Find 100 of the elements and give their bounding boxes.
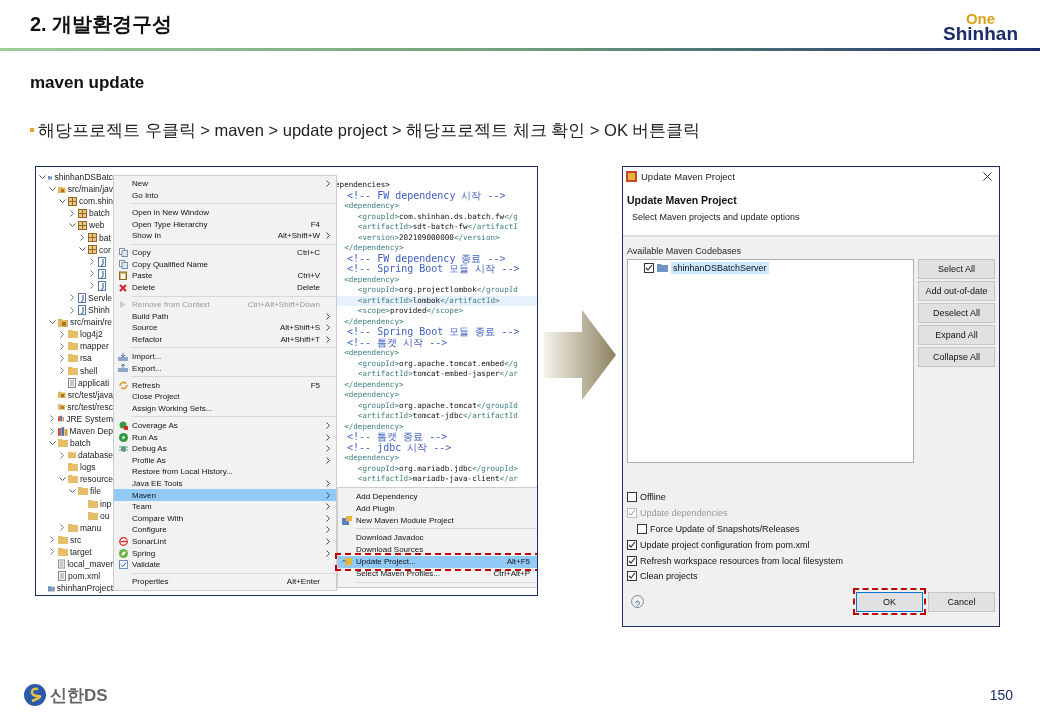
tree-item-label[interactable]: Maven Dep bbox=[69, 426, 113, 436]
chevron-right-icon[interactable] bbox=[49, 548, 55, 556]
chevron-right-icon[interactable] bbox=[89, 282, 95, 290]
chevron-right-icon[interactable] bbox=[49, 415, 55, 423]
menu-item[interactable]: Profile As bbox=[114, 454, 336, 467]
tree-item-label[interactable]: logs bbox=[80, 462, 96, 473]
option-label[interactable]: Refresh workspace resources from local filesystem bbox=[640, 555, 844, 566]
chevron-right-icon[interactable] bbox=[59, 367, 65, 375]
option-label[interactable]: Offline bbox=[640, 492, 666, 503]
chevron-down-icon[interactable] bbox=[58, 476, 66, 482]
menu-item[interactable]: Assign Working Sets... bbox=[114, 402, 336, 415]
tree-item-label[interactable]: shinhanDSBatc bbox=[54, 172, 113, 183]
codebase-item[interactable]: shinhanDSBatchServer bbox=[671, 261, 769, 274]
menu-item[interactable]: Import... bbox=[114, 350, 336, 363]
chevron-down-icon[interactable] bbox=[68, 222, 76, 228]
menu-item[interactable]: Properties Alt+Enter bbox=[114, 575, 336, 588]
checkbox[interactable] bbox=[627, 555, 637, 566]
menu-item[interactable]: Delete Delete bbox=[114, 281, 336, 294]
chevron-right-icon[interactable] bbox=[69, 294, 75, 302]
dialog-button[interactable]: OK bbox=[856, 591, 923, 612]
tree-item-label[interactable]: mapper bbox=[80, 341, 109, 352]
tree-item-label[interactable]: src/test/resc bbox=[67, 401, 113, 412]
side-button[interactable]: Collapse All bbox=[918, 346, 995, 367]
tree-item-label[interactable]: shinhanProject bbox=[56, 583, 113, 594]
menu-item[interactable]: Add Dependency bbox=[338, 490, 537, 502]
tree-item-label[interactable]: inp bbox=[100, 498, 112, 509]
chevron-right-icon[interactable] bbox=[89, 270, 95, 278]
menu-item[interactable]: Compare With bbox=[114, 512, 336, 525]
chevron-right-icon[interactable] bbox=[59, 342, 65, 350]
menu-item[interactable]: Export... bbox=[114, 362, 336, 374]
menu-item[interactable]: Debug As bbox=[114, 442, 336, 455]
menu-item[interactable]: Maven bbox=[114, 489, 336, 501]
menu-item[interactable]: Spring bbox=[114, 547, 336, 559]
dialog-button[interactable]: Cancel bbox=[928, 591, 995, 612]
menu-item[interactable]: Refactor Alt+Shift+T bbox=[114, 333, 336, 346]
tree-item-label[interactable]: batch bbox=[70, 438, 91, 449]
chevron-right-icon[interactable] bbox=[89, 258, 95, 266]
side-button[interactable]: Add out-of-date bbox=[918, 280, 995, 301]
chevron-down-icon[interactable] bbox=[48, 440, 56, 446]
menu-item[interactable]: New bbox=[114, 178, 336, 190]
menu-item[interactable]: Validate bbox=[114, 558, 336, 571]
tree-item-label[interactable]: applicati bbox=[78, 377, 110, 388]
menu-item[interactable]: Copy Ctrl+C bbox=[114, 246, 336, 259]
chevron-right-icon[interactable] bbox=[69, 209, 75, 217]
chevron-right-icon[interactable] bbox=[59, 354, 65, 362]
menu-item[interactable]: Go Into bbox=[114, 189, 336, 202]
tree-item-label[interactable]: rsa bbox=[80, 353, 92, 364]
tree-item-label[interactable]: bat bbox=[99, 232, 111, 243]
chevron-right-icon[interactable] bbox=[59, 451, 65, 459]
chevron-right-icon[interactable] bbox=[59, 330, 65, 338]
menu-item[interactable]: Restore from Local History... bbox=[114, 466, 336, 478]
side-button[interactable]: Select All bbox=[918, 258, 995, 279]
menu-item[interactable]: Add Plugin bbox=[338, 502, 537, 514]
checkbox[interactable] bbox=[627, 539, 637, 550]
chevron-right-icon[interactable] bbox=[59, 524, 65, 532]
tree-item-label[interactable]: pom.xml bbox=[68, 571, 101, 582]
menu-item[interactable]: Copy Qualified Name bbox=[114, 258, 336, 271]
menu-item[interactable]: Close Project bbox=[114, 391, 336, 403]
chevron-down-icon[interactable] bbox=[48, 186, 56, 192]
chevron-down-icon[interactable] bbox=[38, 174, 46, 180]
menu-item[interactable]: Update Project... Alt+F5 bbox=[338, 555, 537, 568]
menu-item[interactable]: New Maven Module Project bbox=[338, 514, 537, 526]
tree-item-label[interactable]: src/test/java bbox=[67, 389, 113, 400]
menu-item[interactable]: Configure bbox=[114, 524, 336, 536]
menu-item[interactable]: Team bbox=[114, 500, 336, 513]
tree-item-label[interactable]: src/main/jav bbox=[67, 184, 113, 195]
tree-item-label[interactable]: ou bbox=[100, 510, 110, 521]
tree-item-label[interactable]: web bbox=[89, 220, 105, 231]
chevron-down-icon[interactable] bbox=[48, 319, 56, 325]
checkbox[interactable] bbox=[644, 262, 654, 273]
tree-item-label[interactable]: JRE System bbox=[66, 413, 113, 424]
menu-item[interactable]: Download Javadoc bbox=[338, 531, 537, 544]
chevron-down-icon[interactable] bbox=[68, 489, 76, 494]
tree-item-label[interactable]: database bbox=[78, 450, 113, 461]
tree-item-label[interactable]: batch bbox=[89, 208, 110, 219]
option-label[interactable]: Clean projects bbox=[640, 571, 698, 582]
tree-item-label[interactable]: cor bbox=[99, 244, 111, 255]
tree-item-label[interactable]: Shinh bbox=[88, 305, 110, 316]
tree-item-label[interactable]: com.shin bbox=[79, 196, 113, 207]
menu-item[interactable]: Java EE Tools bbox=[114, 477, 336, 490]
tree-item-label[interactable]: target bbox=[70, 546, 92, 557]
tree-item-label[interactable]: file bbox=[90, 486, 101, 497]
menu-item[interactable]: Open in New Window bbox=[114, 206, 336, 219]
chevron-right-icon[interactable] bbox=[49, 427, 55, 435]
chevron-right-icon[interactable] bbox=[79, 234, 85, 241]
checkbox[interactable] bbox=[627, 571, 637, 582]
tree-item-label[interactable]: log4j2 bbox=[80, 329, 103, 340]
menu-item[interactable]: Paste Ctrl+V bbox=[114, 270, 336, 282]
chevron-right-icon[interactable] bbox=[69, 306, 75, 314]
chevron-right-icon[interactable] bbox=[49, 536, 55, 544]
tree-item-label[interactable]: manu bbox=[80, 522, 102, 533]
menu-item[interactable]: Build Path bbox=[114, 310, 336, 323]
chevron-down-icon[interactable] bbox=[78, 247, 86, 253]
close-button[interactable] bbox=[981, 170, 993, 183]
menu-item[interactable]: SonarLint bbox=[114, 535, 336, 548]
tree-item-label[interactable]: shell bbox=[80, 365, 98, 376]
menu-item[interactable]: Coverage As bbox=[114, 419, 336, 432]
tree-item-label[interactable]: resource bbox=[79, 474, 113, 485]
menu-item[interactable]: Download Sources bbox=[338, 543, 537, 556]
menu-item[interactable]: Select Maven Profiles... Ctrl+Alt+P bbox=[338, 567, 537, 580]
